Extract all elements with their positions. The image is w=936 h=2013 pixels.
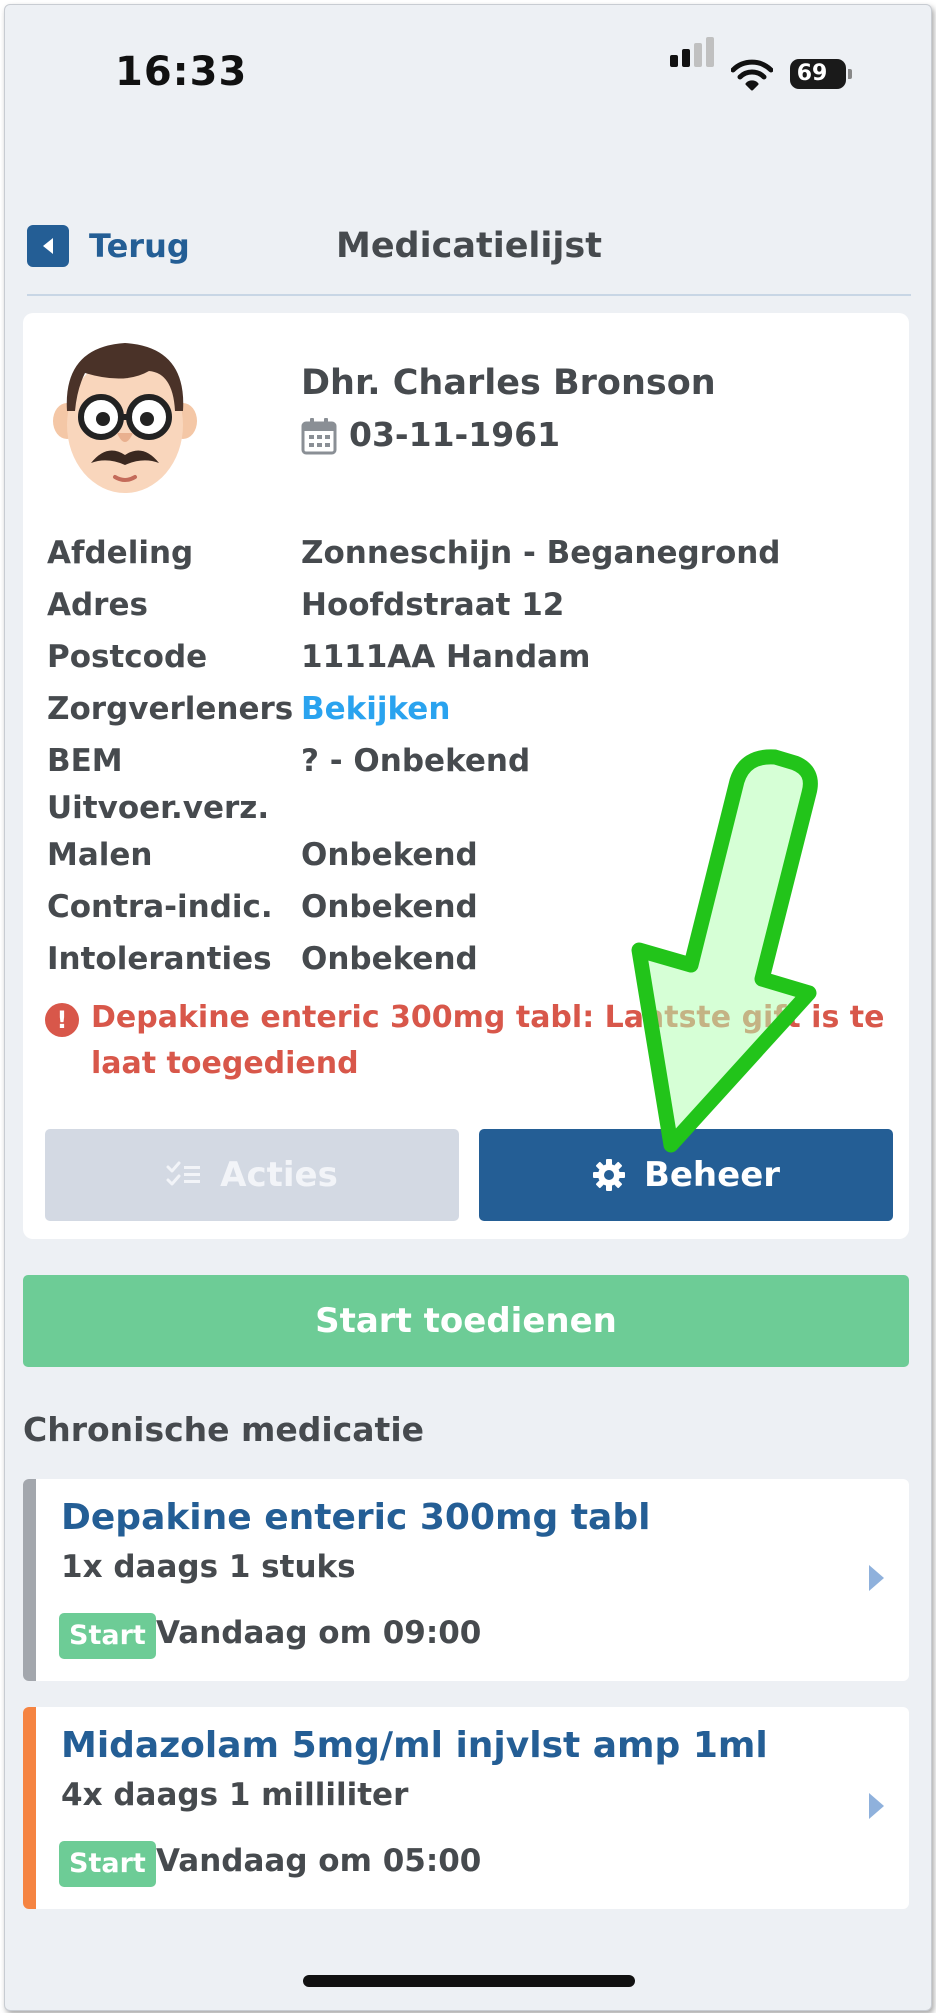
medication-card[interactable]: Midazolam 5mg/ml injvlst amp 1ml 4x daag… xyxy=(23,1707,909,1909)
start-toedienen-button[interactable]: Start toedienen xyxy=(23,1275,909,1367)
patient-avatar xyxy=(45,333,205,503)
medication-name: Depakine enteric 300mg tabl xyxy=(61,1497,651,1538)
field-value-bem: ? - Onbekend xyxy=(301,743,531,779)
field-value-afdeling: Zonneschijn - Beganegrond xyxy=(301,535,781,571)
field-label-adres: Adres xyxy=(47,587,148,623)
navigation-bar: Medicatielijst Terug xyxy=(27,210,911,296)
section-title: Chronische medicatie xyxy=(23,1410,425,1449)
back-button[interactable]: Terug xyxy=(27,222,190,270)
field-label-zorgverleners: Zorgverleners xyxy=(47,691,294,727)
phone-screen: 16:33 69 Medicatielijst Terug Dhr. Charl… xyxy=(4,4,932,2011)
medication-name: Midazolam 5mg/ml injvlst amp 1ml xyxy=(61,1725,768,1766)
start-badge: Start xyxy=(59,1841,156,1887)
field-label-contra-indic: Contra-indic. xyxy=(47,889,273,925)
field-label-afdeling: Afdeling xyxy=(47,535,194,571)
chevron-right-icon xyxy=(869,1565,884,1591)
medication-status-bar xyxy=(23,1479,36,1681)
medication-status-bar xyxy=(23,1707,36,1909)
battery-icon: 69 xyxy=(790,59,852,89)
medication-card[interactable]: Depakine enteric 300mg tabl 1x daags 1 s… xyxy=(23,1479,909,1681)
wifi-icon xyxy=(730,59,774,95)
calendar-icon xyxy=(301,417,337,459)
zorgverleners-link[interactable]: Bekijken xyxy=(301,691,450,727)
field-label-bem: BEM xyxy=(47,743,123,779)
field-label-uitvoer: Uitvoer.verz. xyxy=(47,790,270,826)
field-value-adres: Hoofdstraat 12 xyxy=(301,587,565,623)
chevron-left-icon xyxy=(27,225,69,267)
acties-button[interactable]: Acties xyxy=(45,1129,459,1221)
start-badge: Start xyxy=(59,1613,156,1659)
field-label-malen: Malen xyxy=(47,837,153,873)
gear-icon xyxy=(592,1158,626,1192)
patient-name: Dhr. Charles Bronson xyxy=(301,363,716,403)
back-label: Terug xyxy=(89,227,190,265)
field-value-contra-indic: Onbekend xyxy=(301,889,478,925)
medication-dose: 1x daags 1 stuks xyxy=(61,1549,356,1585)
acties-label: Acties xyxy=(220,1155,338,1195)
battery-level: 69 xyxy=(796,61,828,86)
beheer-label: Beheer xyxy=(643,1155,781,1195)
field-label-postcode: Postcode xyxy=(47,639,208,675)
field-value-malen: Onbekend xyxy=(301,837,478,873)
annotation-arrow-icon xyxy=(605,745,845,1159)
field-label-intoleranties: Intoleranties xyxy=(47,941,272,977)
medication-dose: 4x daags 1 milliliter xyxy=(61,1777,409,1813)
alert-icon: ! xyxy=(45,1003,79,1037)
patient-birthdate: 03-11-1961 xyxy=(349,415,561,454)
checklist-icon xyxy=(166,1161,202,1189)
field-value-postcode: 1111AA Handam xyxy=(301,639,591,675)
medication-time: Vandaag om 09:00 xyxy=(156,1615,482,1651)
medication-time: Vandaag om 05:00 xyxy=(156,1843,482,1879)
field-value-intoleranties: Onbekend xyxy=(301,941,478,977)
chevron-right-icon xyxy=(869,1793,884,1819)
home-indicator xyxy=(303,1975,635,1987)
status-time: 16:33 xyxy=(115,49,248,95)
